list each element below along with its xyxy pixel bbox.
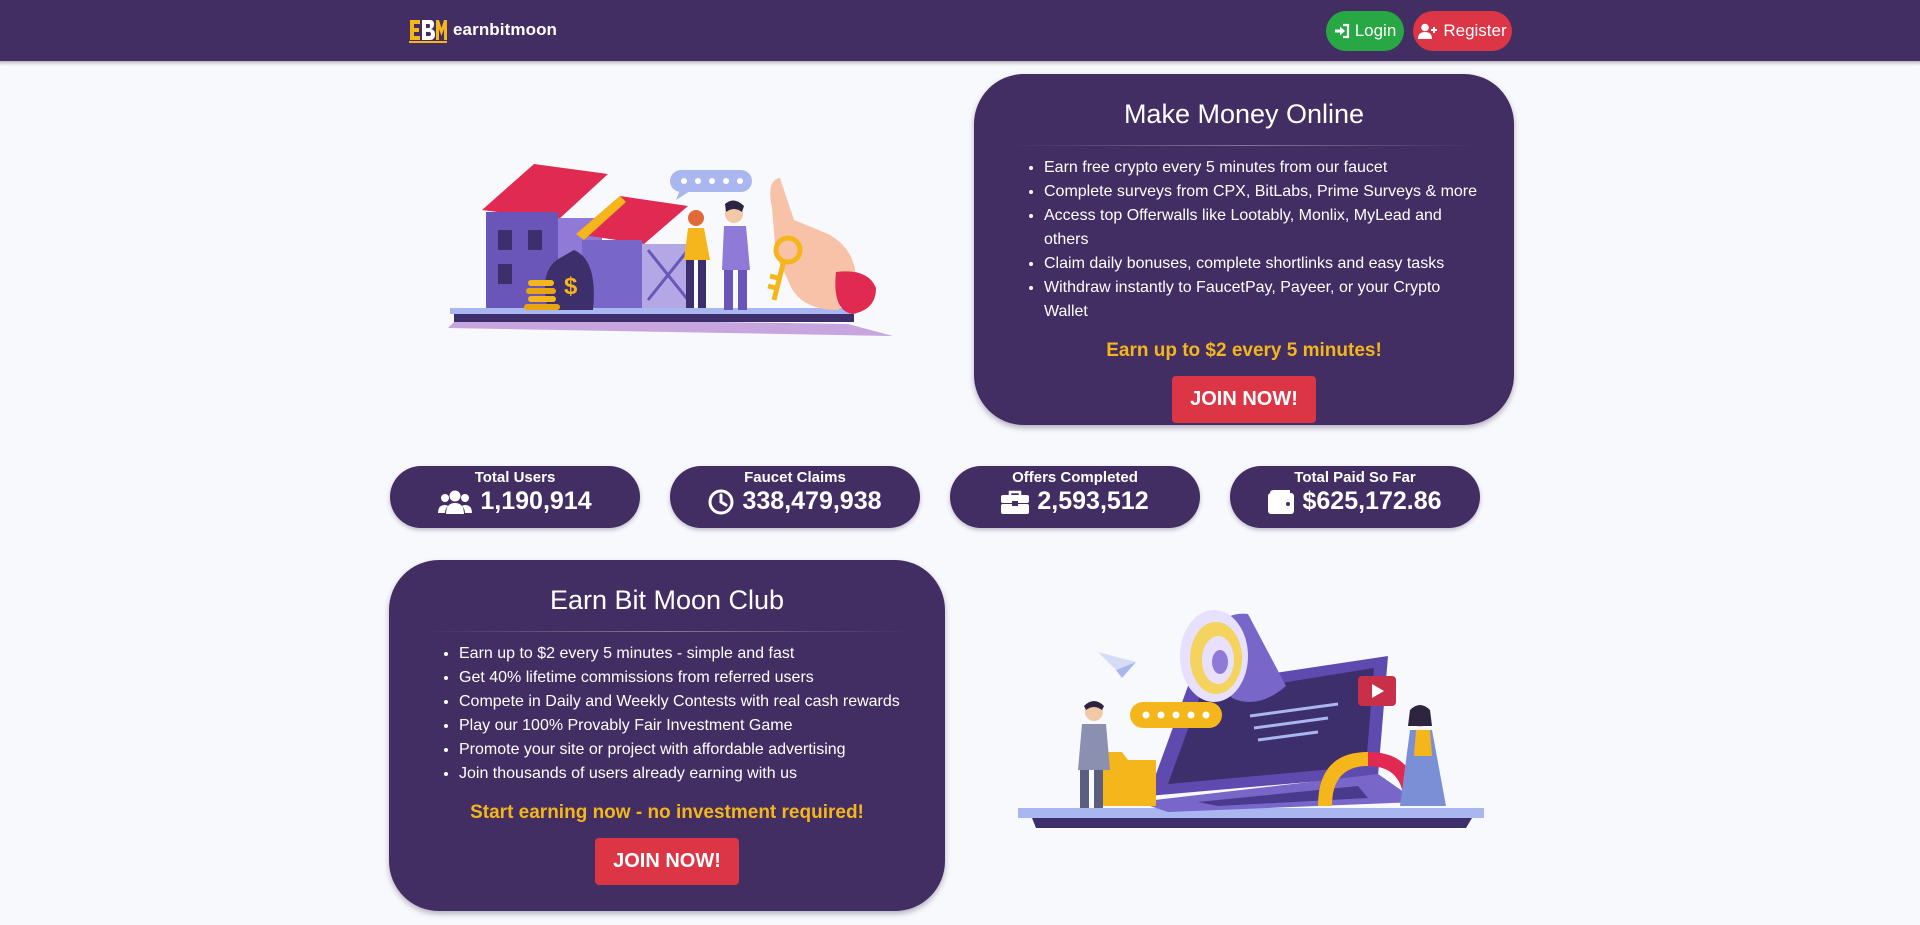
- register-button[interactable]: Register: [1413, 11, 1512, 51]
- make-money-list: Earn free crypto every 5 minutes from ou…: [974, 156, 1514, 324]
- list-item: Join thousands of users already earning …: [459, 762, 919, 786]
- stat-value: 2,593,512: [1037, 487, 1149, 515]
- sign-in-icon: [1334, 23, 1349, 39]
- user-plus-icon: [1418, 23, 1438, 39]
- hero-cta-text: Earn up to $2 every 5 minutes!: [1106, 340, 1382, 361]
- list-item: Get 40% lifetime commissions from referr…: [459, 666, 919, 690]
- login-label: Login: [1354, 21, 1397, 40]
- list-item: Earn free crypto every 5 minutes from ou…: [1044, 156, 1486, 180]
- title-divider: [1008, 145, 1480, 146]
- stat-label: Total Users: [474, 469, 556, 486]
- list-item: Play our 100% Provably Fair Investment G…: [459, 714, 919, 738]
- briefcase-icon: [1001, 490, 1030, 514]
- club-cta-text: Start earning now - no investment requir…: [470, 802, 864, 823]
- list-item: Claim daily bonuses, complete shortlinks…: [1044, 252, 1486, 276]
- make-money-title: Make Money Online: [1123, 99, 1365, 129]
- stat-value-row: $625,172.86: [1230, 487, 1480, 516]
- register-label: Register: [1443, 21, 1507, 40]
- club-title: Earn Bit Moon Club: [549, 585, 785, 615]
- stat-faucet-claims: Faucet Claims 338,479,938: [670, 466, 920, 528]
- stat-value: 1,190,914: [480, 487, 592, 515]
- club-list: Earn up to $2 every 5 minutes - simple a…: [389, 642, 945, 786]
- svg-text:$: $: [564, 273, 578, 300]
- list-item: Access top Offerwalls like Lootably, Mon…: [1044, 204, 1486, 252]
- earn-bit-moon-club-card: Earn Bit Moon Club Earn up to $2 every 5…: [389, 560, 945, 911]
- join-now-button[interactable]: JOIN NOW!: [595, 838, 739, 885]
- stat-label: Total Paid So Far: [1294, 469, 1416, 486]
- brand-name: earnbitmoon: [453, 20, 558, 39]
- stat-value-row: 338,479,938: [670, 487, 920, 516]
- list-item: Promote your site or project with afford…: [459, 738, 919, 762]
- stat-value: $625,172.86: [1302, 487, 1442, 515]
- list-item: Earn up to $2 every 5 minutes - simple a…: [459, 642, 919, 666]
- stat-label: Offers Completed: [1012, 469, 1138, 486]
- stat-value-row: 2,593,512: [950, 487, 1200, 516]
- marketing-illustration: [1018, 606, 1486, 830]
- brand-logo-icon: [409, 17, 447, 43]
- join-now-button[interactable]: JOIN NOW!: [1172, 376, 1316, 423]
- stat-value: 338,479,938: [742, 487, 882, 515]
- list-item: Complete surveys from CPX, BitLabs, Prim…: [1044, 180, 1486, 204]
- list-item: Compete in Daily and Weekly Contests wit…: [459, 690, 919, 714]
- stat-label: Faucet Claims: [744, 469, 846, 486]
- stat-value-row: 1,190,914: [390, 487, 640, 516]
- list-item: Withdraw instantly to FaucetPay, Payeer,…: [1044, 276, 1486, 324]
- real-estate-illustration: $: [448, 160, 904, 340]
- wallet-icon: [1268, 489, 1295, 514]
- brand[interactable]: earnbitmoon: [409, 17, 557, 43]
- navbar: earnbitmoon Login Register: [0, 0, 1920, 64]
- clock-icon: [708, 489, 734, 514]
- title-divider: [423, 631, 911, 632]
- stat-total-users: Total Users 1,190,914: [390, 466, 640, 528]
- login-button[interactable]: Login: [1326, 11, 1404, 51]
- stat-total-paid: Total Paid So Far $625,172.86: [1230, 466, 1480, 528]
- make-money-card: Make Money Online Earn free crypto every…: [974, 74, 1514, 425]
- users-icon: [438, 490, 473, 514]
- stat-offers-completed: Offers Completed 2,593,512: [950, 466, 1200, 528]
